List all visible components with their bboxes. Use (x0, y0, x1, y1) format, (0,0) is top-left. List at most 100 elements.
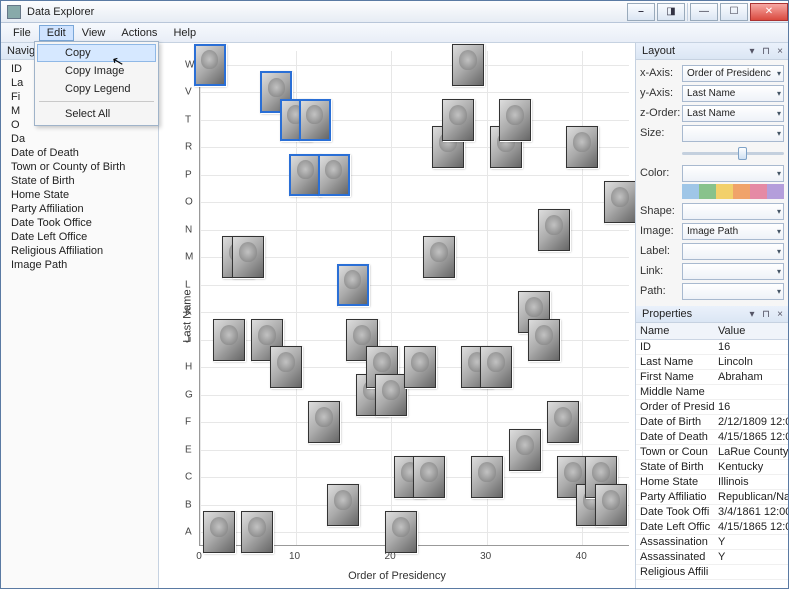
data-point[interactable] (299, 99, 331, 141)
property-row[interactable]: Date Left Offic4/15/1865 12:0 (636, 520, 788, 535)
data-point[interactable] (194, 44, 226, 86)
data-point[interactable] (375, 374, 407, 416)
data-point[interactable] (327, 484, 359, 526)
pin-icon[interactable]: ⊓ (760, 308, 772, 320)
menu-view[interactable]: View (74, 25, 114, 41)
property-row[interactable]: Town or CounLaRue County (636, 445, 788, 460)
col-name[interactable]: Name (636, 323, 714, 339)
data-point[interactable] (404, 346, 436, 388)
data-point[interactable] (232, 236, 264, 278)
data-point[interactable] (241, 511, 273, 553)
menu-file[interactable]: File (5, 25, 39, 41)
property-row[interactable]: Date Took Offi3/4/1861 12:00 (636, 505, 788, 520)
nav-item[interactable]: Date Took Office (1, 216, 158, 230)
close-panel-icon[interactable]: × (774, 308, 786, 320)
property-row[interactable]: State of BirthKentucky (636, 460, 788, 475)
layout-panel: x-Axis:Order of Presidenc▾y-Axis:Last Na… (636, 60, 788, 306)
edit-menu-select-all[interactable]: Select All (37, 105, 156, 123)
property-row[interactable]: Home StateIllinois (636, 475, 788, 490)
nav-item[interactable]: Town or County of Birth (1, 160, 158, 174)
property-row[interactable]: First NameAbraham (636, 370, 788, 385)
color-palette[interactable] (682, 184, 784, 199)
menu-edit[interactable]: Edit (39, 25, 74, 41)
nav-item[interactable]: State of Birth (1, 174, 158, 188)
data-point[interactable] (213, 319, 245, 361)
property-row[interactable]: AssassinationY (636, 535, 788, 550)
plot-region[interactable] (199, 51, 629, 546)
layout-combo-color[interactable]: ▾ (682, 165, 784, 182)
nav-item[interactable]: Home State (1, 188, 158, 202)
data-point[interactable] (203, 511, 235, 553)
data-point[interactable] (566, 126, 598, 168)
menu-help[interactable]: Help (165, 25, 204, 41)
data-point[interactable] (480, 346, 512, 388)
data-point[interactable] (385, 511, 417, 553)
property-row[interactable]: Date of Birth2/12/1809 12:0 (636, 415, 788, 430)
layout-combo-link[interactable]: ▾ (682, 263, 784, 280)
property-row[interactable]: Religious Affili (636, 565, 788, 580)
y-tick: C (185, 472, 192, 483)
y-tick: J (185, 334, 190, 345)
data-point[interactable] (452, 44, 484, 86)
close-panel-icon[interactable]: × (774, 45, 786, 57)
chart-area[interactable]: Last Name Order of Presidency 010203040A… (159, 43, 635, 588)
data-point[interactable] (547, 401, 579, 443)
data-point[interactable] (337, 264, 369, 306)
y-tick: R (185, 142, 192, 153)
close-button[interactable]: ✕ (750, 3, 788, 21)
col-value[interactable]: Value (714, 323, 788, 339)
data-point[interactable] (528, 319, 560, 361)
panel-menu-icon[interactable]: ▾ (746, 45, 758, 57)
nav-item[interactable]: Image Path (1, 258, 158, 272)
property-row[interactable]: Party AffiliatioRepublican/Na (636, 490, 788, 505)
aux-button-1[interactable]: ⎯ (627, 3, 655, 21)
edit-menu-copy-legend[interactable]: Copy Legend (37, 80, 156, 98)
panel-menu-icon[interactable]: ▾ (746, 308, 758, 320)
property-row[interactable]: Order of Presid16 (636, 400, 788, 415)
layout-label-z_order: z-Order: (640, 107, 682, 119)
data-point[interactable] (318, 154, 350, 196)
layout-combo-shape[interactable]: ▾ (682, 203, 784, 220)
data-point[interactable] (471, 456, 503, 498)
layout-combo-y_axis[interactable]: Last Name▾ (682, 85, 784, 102)
maximize-button[interactable]: ☐ (720, 3, 748, 21)
slider-thumb[interactable] (738, 147, 747, 160)
data-point[interactable] (538, 209, 570, 251)
data-point[interactable] (423, 236, 455, 278)
layout-combo-x_axis[interactable]: Order of Presidenc▾ (682, 65, 784, 82)
property-row[interactable]: ID16 (636, 340, 788, 355)
property-row[interactable]: AssassinatedY (636, 550, 788, 565)
nav-item[interactable]: Date of Death (1, 146, 158, 160)
layout-combo-image[interactable]: Image Path▾ (682, 223, 784, 240)
property-row[interactable]: Last NameLincoln (636, 355, 788, 370)
y-tick: A (185, 527, 192, 538)
data-point[interactable] (442, 99, 474, 141)
nav-item[interactable]: Da (1, 132, 158, 146)
nav-item[interactable]: Date Left Office (1, 230, 158, 244)
pin-icon[interactable]: ⊓ (760, 45, 772, 57)
data-point[interactable] (413, 456, 445, 498)
layout-combo-path[interactable]: ▾ (682, 283, 784, 300)
property-row[interactable]: Date of Death4/15/1865 12:0 (636, 430, 788, 445)
layout-combo-label[interactable]: ▾ (682, 243, 784, 260)
data-point[interactable] (604, 181, 635, 223)
x-tick: 20 (385, 551, 396, 562)
data-point[interactable] (289, 154, 321, 196)
nav-item[interactable]: Party Affiliation (1, 202, 158, 216)
data-point[interactable] (499, 99, 531, 141)
property-row[interactable]: Middle Name (636, 385, 788, 400)
data-point[interactable] (509, 429, 541, 471)
edit-menu-copy[interactable]: Copy (37, 44, 156, 62)
edit-menu-copy-image[interactable]: Copy Image (37, 62, 156, 80)
edit-menu-dropdown[interactable]: CopyCopy ImageCopy Legend Select All (34, 41, 159, 126)
layout-combo-size[interactable]: ▾ (682, 125, 784, 142)
size-slider[interactable] (640, 144, 784, 162)
data-point[interactable] (270, 346, 302, 388)
aux-button-2[interactable]: ◨ (657, 3, 685, 21)
minimize-button[interactable]: — (690, 3, 718, 21)
data-point[interactable] (595, 484, 627, 526)
layout-combo-z_order[interactable]: Last Name▾ (682, 105, 784, 122)
nav-item[interactable]: Religious Affiliation (1, 244, 158, 258)
data-point[interactable] (308, 401, 340, 443)
menu-actions[interactable]: Actions (113, 25, 165, 41)
